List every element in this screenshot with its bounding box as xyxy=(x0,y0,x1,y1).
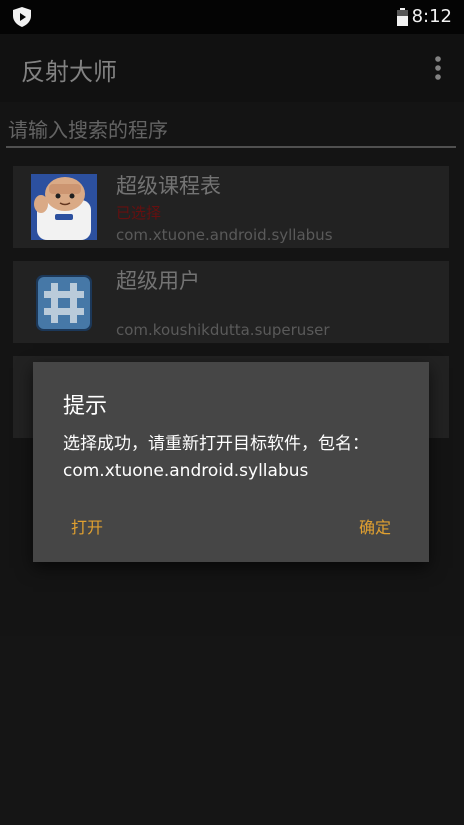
alert-dialog: 提示 选择成功，请重新打开目标软件，包名：com.xtuone.android.… xyxy=(33,362,429,562)
dialog-message: 选择成功，请重新打开目标软件，包名：com.xtuone.android.syl… xyxy=(63,434,369,481)
dialog-title: 提示 xyxy=(63,394,108,419)
screen: 8:12 反射大师 超级课程表 已选择 xyxy=(0,0,464,825)
open-button[interactable]: 打开 xyxy=(67,512,107,540)
confirm-button[interactable]: 确定 xyxy=(355,512,395,540)
